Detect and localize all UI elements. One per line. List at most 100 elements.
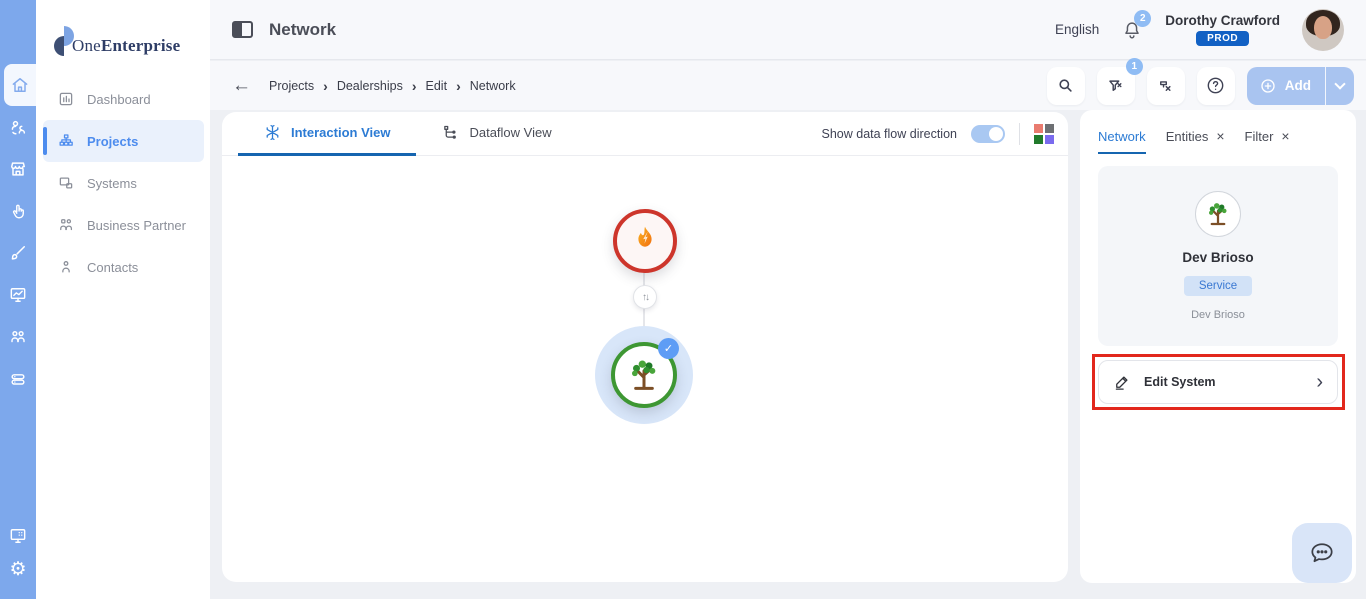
entity-avatar bbox=[1195, 191, 1241, 237]
sidebar: OneEnterprise Dashboard Projects Systems… bbox=[36, 0, 210, 599]
user-block[interactable]: Dorothy Crawford PROD bbox=[1165, 13, 1280, 46]
filter-count-badge: 1 bbox=[1125, 57, 1143, 75]
close-icon[interactable]: × bbox=[1281, 128, 1289, 144]
flow-toggle-label: Show data flow direction bbox=[821, 126, 958, 141]
rail-item-server[interactable] bbox=[0, 358, 36, 400]
dataflow-view-icon bbox=[442, 124, 459, 141]
rail-item-brush[interactable] bbox=[0, 232, 36, 274]
add-button-label: Add bbox=[1284, 78, 1311, 93]
panel-toggle-icon[interactable] bbox=[232, 21, 253, 38]
sidebar-item-label: Contacts bbox=[87, 259, 139, 275]
add-split-button: Add bbox=[1246, 66, 1354, 105]
chat-bubble-icon bbox=[1308, 539, 1336, 567]
brush-icon bbox=[8, 243, 28, 263]
avatar[interactable] bbox=[1302, 8, 1344, 51]
entity-type-badge[interactable]: Service bbox=[1183, 276, 1253, 296]
tab-label: Filter bbox=[1244, 128, 1274, 144]
view-tabbar: Interaction View Dataflow View Show data… bbox=[222, 112, 1068, 156]
business-partner-icon bbox=[57, 216, 75, 234]
tab-label: Dataflow View bbox=[469, 124, 552, 140]
tree-icon bbox=[1203, 199, 1233, 229]
search-button[interactable] bbox=[1046, 66, 1085, 105]
rail-item-tap[interactable] bbox=[0, 190, 36, 232]
tab-interaction-view[interactable]: Interaction View bbox=[238, 112, 417, 156]
breadcrumb-separator: › bbox=[456, 77, 461, 94]
add-button[interactable]: Add bbox=[1247, 67, 1325, 105]
page-title: Network bbox=[269, 19, 337, 39]
sidebar-item-business-partner[interactable]: Business Partner bbox=[43, 204, 204, 246]
entity-subtitle: Dev Brioso bbox=[1191, 309, 1245, 321]
tab-filter[interactable]: Filter × bbox=[1245, 120, 1290, 154]
chevron-right-icon: › bbox=[1316, 371, 1323, 393]
rail-item-monitor-chart[interactable] bbox=[0, 274, 36, 316]
notifications-button[interactable]: 2 bbox=[1121, 9, 1152, 41]
node-tree-selection-halo[interactable] bbox=[595, 326, 693, 424]
tab-network[interactable]: Network bbox=[1098, 120, 1146, 154]
filter-icon bbox=[1106, 76, 1125, 95]
remove-node-button[interactable] bbox=[1146, 66, 1185, 105]
interaction-diagram: ↑↓ ✓ bbox=[222, 156, 1068, 582]
gear-icon: ⚙ bbox=[9, 558, 27, 580]
user-name: Dorothy Crawford bbox=[1165, 13, 1280, 28]
tab-entities[interactable]: Entities × bbox=[1166, 120, 1225, 154]
search-icon bbox=[1056, 76, 1075, 95]
inspector-panel: Network Entities × Filter × Dev Brioso S… bbox=[1080, 110, 1356, 583]
node-flame[interactable] bbox=[613, 209, 677, 273]
chat-button[interactable] bbox=[1292, 523, 1352, 583]
rail-item-monitor-apps[interactable] bbox=[0, 515, 36, 557]
sidebar-item-label: Systems bbox=[87, 175, 137, 191]
breadcrumb-item-edit[interactable]: Edit bbox=[426, 79, 448, 93]
team-sync-icon bbox=[8, 117, 28, 137]
entity-card: Dev Brioso Service Dev Brioso bbox=[1098, 166, 1338, 346]
edit-system-button[interactable]: Edit System › bbox=[1098, 360, 1338, 404]
back-button[interactable]: ← bbox=[232, 75, 251, 97]
close-icon[interactable]: × bbox=[1216, 128, 1224, 144]
inspector-tabbar: Network Entities × Filter × bbox=[1098, 120, 1338, 154]
filter-button[interactable]: 1 bbox=[1096, 57, 1143, 105]
systems-icon bbox=[57, 174, 75, 192]
language-selector[interactable]: English bbox=[1055, 22, 1099, 37]
rail-item-store[interactable] bbox=[0, 148, 36, 190]
sidebar-item-contacts[interactable]: Contacts bbox=[43, 246, 204, 288]
sidebar-menu: Dashboard Projects Systems Business Part… bbox=[36, 78, 210, 288]
rail-item-team[interactable] bbox=[0, 106, 36, 148]
flow-direction-toggle[interactable] bbox=[971, 124, 1005, 143]
breadcrumb-separator: › bbox=[411, 77, 417, 94]
sidebar-item-dashboard[interactable]: Dashboard bbox=[43, 78, 204, 120]
tree-icon bbox=[624, 355, 664, 395]
sidebar-item-projects[interactable]: Projects bbox=[43, 120, 204, 162]
add-dropdown-button[interactable] bbox=[1326, 67, 1354, 105]
breadcrumb-bar: ← Projects › Dealerships › Edit › Networ… bbox=[210, 57, 1366, 110]
interaction-view-icon bbox=[264, 124, 281, 141]
breadcrumb-item-dealerships[interactable]: Dealerships bbox=[337, 79, 403, 93]
monitor-apps-icon bbox=[8, 526, 28, 546]
rail-item-home[interactable] bbox=[4, 64, 36, 106]
breadcrumb-item-network[interactable]: Network bbox=[470, 79, 516, 93]
sidebar-item-label: Dashboard bbox=[87, 91, 151, 107]
legend-grid-icon[interactable] bbox=[1034, 123, 1054, 144]
contacts-icon bbox=[57, 258, 75, 276]
breadcrumb-separator: › bbox=[323, 77, 328, 94]
toolbar: 1 Add bbox=[1046, 57, 1354, 105]
help-button[interactable] bbox=[1196, 66, 1235, 105]
brand-logo[interactable]: OneEnterprise bbox=[36, 0, 210, 56]
breadcrumb: Projects › Dealerships › Edit › Network bbox=[269, 78, 516, 94]
server-icon bbox=[8, 369, 28, 389]
pencil-icon bbox=[1113, 373, 1131, 391]
transfer-direction-icon[interactable]: ↑↓ bbox=[633, 285, 657, 309]
sidebar-item-label: Projects bbox=[87, 133, 139, 149]
rail-item-partners[interactable] bbox=[0, 316, 36, 358]
chevron-down-icon bbox=[1334, 77, 1346, 90]
top-bar: Network English 2 Dorothy Crawford PROD bbox=[210, 0, 1366, 60]
sidebar-item-systems[interactable]: Systems bbox=[43, 162, 204, 204]
tab-dataflow-view[interactable]: Dataflow View bbox=[416, 112, 577, 156]
tap-hand-icon bbox=[8, 201, 28, 221]
rail-item-settings[interactable]: ⚙ bbox=[0, 557, 36, 599]
toggle-knob bbox=[989, 126, 1003, 141]
dashboard-icon bbox=[57, 90, 75, 108]
selected-check-icon: ✓ bbox=[658, 338, 679, 359]
home-icon bbox=[10, 75, 30, 95]
breadcrumb-item-projects[interactable]: Projects bbox=[269, 79, 314, 93]
network-canvas: Interaction View Dataflow View Show data… bbox=[222, 112, 1068, 582]
store-icon bbox=[8, 159, 28, 179]
